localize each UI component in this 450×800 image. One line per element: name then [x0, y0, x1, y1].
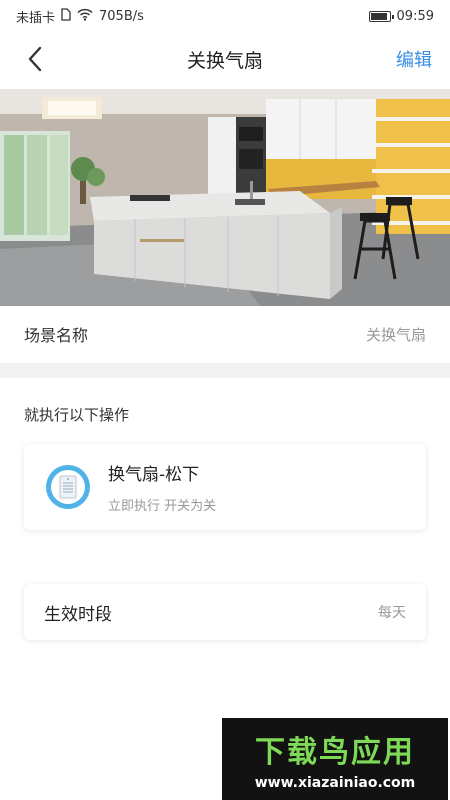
- status-left: 未插卡 705B/s: [16, 7, 144, 26]
- scene-name-value: 关换气扇: [365, 325, 426, 344]
- page-title: 关换气扇: [186, 49, 263, 72]
- status-right: 09:59: [368, 8, 434, 24]
- effective-time-value: 每天: [378, 605, 406, 621]
- section-divider: [0, 363, 450, 378]
- watermark-brand: 下载鸟应用: [255, 735, 415, 770]
- ventilation-fan-icon: [46, 465, 90, 509]
- scene-cover-image: [0, 89, 450, 306]
- wifi-icon: [77, 8, 93, 25]
- action-device-name: 换气扇-松下: [108, 465, 200, 485]
- battery-icon: [368, 10, 394, 22]
- sim-icon: [61, 7, 71, 25]
- back-arrow-icon: [28, 46, 42, 72]
- header: 关换气扇 编辑: [0, 32, 450, 86]
- scene-name-label: 场景名称: [24, 326, 89, 345]
- edit-button[interactable]: 编辑: [396, 46, 432, 72]
- effective-time-row[interactable]: 生效时段 每天: [24, 584, 426, 640]
- carrier-text: 未插卡: [16, 10, 56, 26]
- back-button[interactable]: [18, 42, 52, 76]
- actions-section-title: 就执行以下操作: [24, 406, 130, 424]
- effective-time-label: 生效时段: [44, 604, 112, 625]
- status-bar: 未插卡 705B/s 09:59: [0, 0, 450, 32]
- clock: 09:59: [396, 8, 434, 24]
- action-description: 立即执行 开关为关: [108, 499, 217, 514]
- watermark-url: www.xiazainiao.com: [254, 775, 416, 791]
- scene-name-row[interactable]: 场景名称 关换气扇: [0, 306, 450, 362]
- action-item[interactable]: 换气扇-松下 立即执行 开关为关: [24, 444, 426, 530]
- network-speed: 705B/s: [99, 8, 144, 24]
- watermark-logo: 下载鸟应用 www.xiazainiao.com: [222, 718, 448, 800]
